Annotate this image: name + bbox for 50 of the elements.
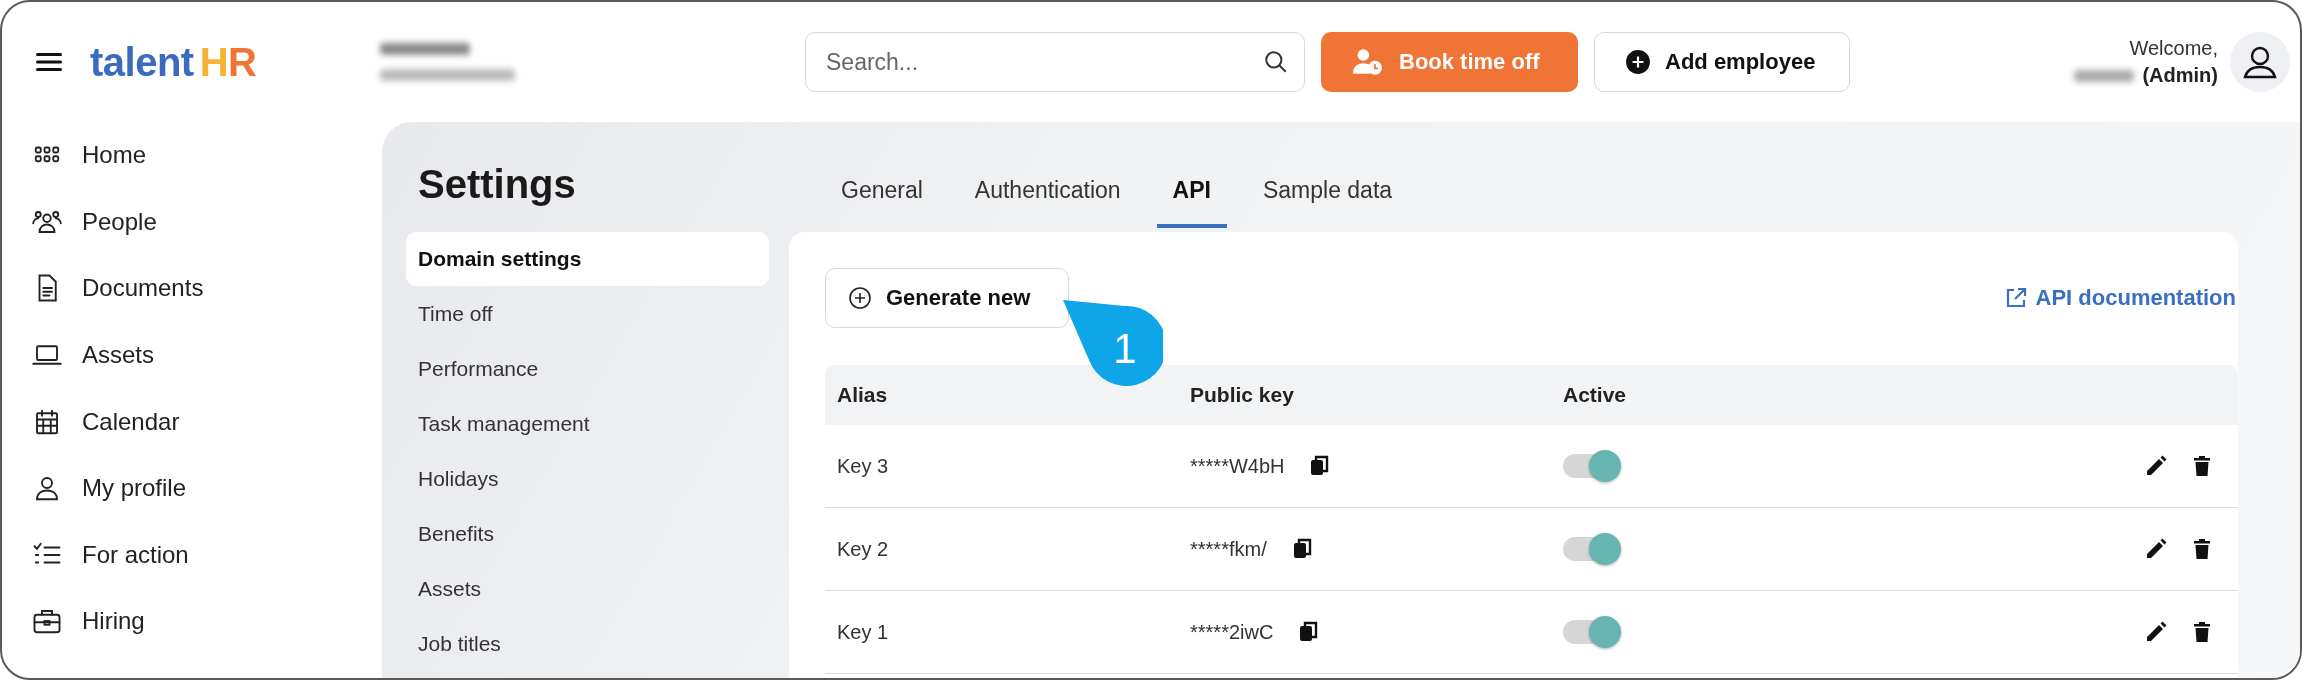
edit-icon[interactable] <box>2144 454 2168 478</box>
edit-icon[interactable] <box>2144 620 2168 644</box>
settings-nav-item[interactable]: Performance <box>406 342 769 396</box>
settings-nav-item[interactable]: Benefits <box>406 507 769 561</box>
user-role: (Admin) <box>2142 64 2218 87</box>
menu-icon[interactable] <box>36 52 62 72</box>
table-cell-text: Key 3 <box>836 454 890 478</box>
sidebar-item[interactable]: Assets <box>2 321 155 389</box>
tab[interactable]: Authentication <box>958 177 1137 228</box>
welcome-text: Welcome, <box>2129 37 2218 60</box>
person-clock-icon <box>1351 48 1385 76</box>
page-title: Settings <box>418 161 576 208</box>
api-documentation-link[interactable]: API documentation <box>2003 285 2236 311</box>
sidebar-item[interactable]: Documents <box>2 255 204 322</box>
column-header: Alias <box>836 383 889 407</box>
column-header: Active <box>1562 383 1627 407</box>
copy-icon[interactable] <box>1310 455 1331 477</box>
settings-nav-item[interactable]: Task management <box>406 397 769 451</box>
table-cell: *****W4bH <box>1190 454 1285 478</box>
generate-new-button[interactable]: Generate new <box>825 268 1069 328</box>
search-field[interactable]: Search... <box>805 32 1305 92</box>
step-marker: 1 <box>1063 298 1163 388</box>
sidebar-item[interactable]: Calendar <box>2 388 180 455</box>
tab[interactable]: General <box>825 177 939 228</box>
sidebar-item[interactable]: Hiring <box>2 588 145 655</box>
plus-icon <box>1625 49 1651 75</box>
edit-icon[interactable] <box>2144 537 2168 561</box>
search-icon[interactable] <box>1263 49 1289 75</box>
sidebar-item[interactable]: For action <box>2 521 189 589</box>
tab[interactable]: API <box>1156 177 1227 228</box>
settings-nav-item[interactable]: Domain settings <box>406 232 769 286</box>
sidebar-item[interactable]: My profile <box>2 454 187 522</box>
tab[interactable]: Sample data <box>1246 177 1409 228</box>
plus-icon <box>848 286 872 310</box>
column-header: Public key <box>1190 383 1295 407</box>
table-cell-text: Key 1 <box>836 620 890 644</box>
table-cell-text: Key 2 <box>836 537 890 561</box>
copy-icon[interactable] <box>1292 538 1313 560</box>
settings-nav-item[interactable]: Holidays <box>406 452 769 506</box>
settings-nav-item[interactable]: Job titles <box>406 617 769 671</box>
blurred-name <box>2074 69 2135 82</box>
table-cell: *****2iwC <box>1190 620 1274 644</box>
add-employee-button[interactable]: Add employee <box>1594 32 1850 92</box>
logo[interactable]: talentHR <box>90 39 257 85</box>
table-cell: *****fkm/ <box>1190 537 1267 561</box>
sidebar-item[interactable]: Home <box>2 122 147 189</box>
copy-icon[interactable] <box>1299 621 1320 643</box>
sidebar-item[interactable]: People <box>2 188 157 256</box>
settings-nav-item[interactable]: Time off <box>406 287 769 341</box>
settings-nav-item[interactable]: Assets <box>406 562 769 616</box>
